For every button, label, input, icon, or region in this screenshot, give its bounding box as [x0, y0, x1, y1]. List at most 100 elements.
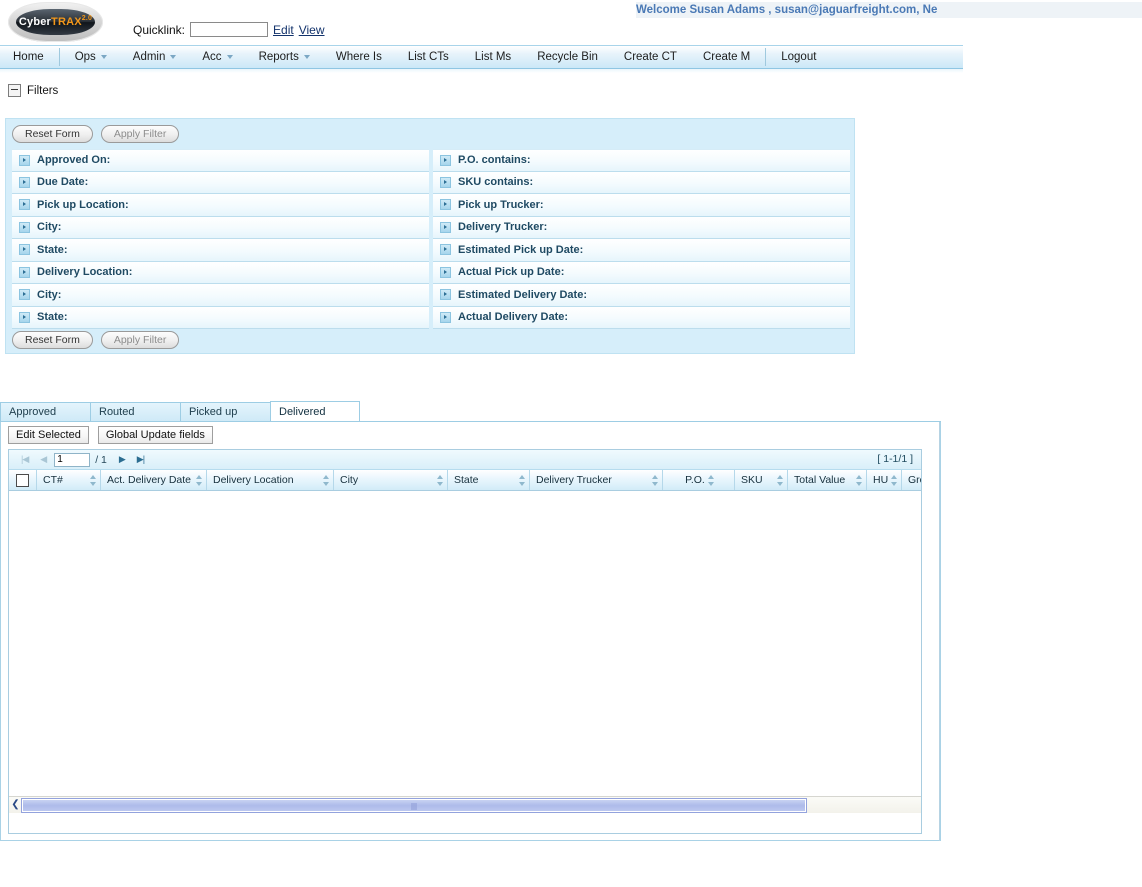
nav-item-logout[interactable]: Logout [768, 46, 829, 68]
filter-row-delivery-trucker[interactable]: Delivery Trucker: [433, 216, 850, 239]
grid-column-headers: CT# Act. Delivery Date Delivery Location… [9, 470, 921, 491]
nav-item-ops[interactable]: Ops [62, 46, 120, 68]
filter-label: P.O. contains: [458, 154, 531, 167]
filter-row-delivery-city[interactable]: City: [12, 284, 429, 307]
expand-arrow-icon [19, 199, 30, 211]
column-header-delivery-trucker[interactable]: Delivery Trucker [530, 470, 663, 490]
tab-routed[interactable]: Routed [90, 402, 180, 421]
nav-item-admin[interactable]: Admin [120, 46, 190, 68]
sort-icon[interactable] [707, 474, 715, 486]
filter-row-actual-delivery-date[interactable]: Actual Delivery Date: [433, 306, 850, 329]
next-page-icon[interactable]: ▶ [113, 455, 131, 464]
edit-selected-button[interactable]: Edit Selected [8, 426, 89, 444]
expand-arrow-icon [440, 199, 451, 211]
sort-icon[interactable] [323, 474, 330, 486]
column-header-hu[interactable]: HU [867, 470, 902, 490]
nav-item-home[interactable]: Home [0, 46, 57, 68]
data-grid: |◀ ◀ / 1 ▶ ▶| [ 1-1/1 ] CT# Act. Deliver… [8, 449, 922, 834]
filter-label: Estimated Delivery Date: [458, 288, 587, 301]
filter-label: Actual Pick up Date: [458, 266, 565, 279]
filter-row-pick-up-location[interactable]: Pick up Location: [12, 194, 429, 217]
sort-icon[interactable] [652, 474, 659, 486]
tab-approved[interactable]: Approved [0, 402, 90, 421]
nav-item-label: Create M [702, 51, 751, 63]
nav-item-list-ms[interactable]: List Ms [462, 46, 524, 68]
last-page-icon[interactable]: ▶| [131, 455, 150, 464]
column-header-delivery-location[interactable]: Delivery Location [207, 470, 334, 490]
filter-row-approved-on[interactable]: Approved On: [12, 149, 429, 172]
main-navigation: Home Ops Admin Acc Reports Where Is List… [0, 45, 963, 69]
expand-arrow-icon [440, 244, 451, 256]
column-header-total-value[interactable]: Total Value [788, 470, 867, 490]
nav-item-create-m[interactable]: Create M [690, 46, 763, 68]
filter-row-due-date[interactable]: Due Date: [12, 171, 429, 194]
sort-icon[interactable] [437, 474, 444, 486]
expand-arrow-icon [440, 221, 451, 233]
column-header-ct-number[interactable]: CT# [37, 470, 101, 490]
sort-icon[interactable] [891, 474, 898, 486]
filter-panel: Reset Form Apply Filter Approved On: Due… [5, 118, 855, 354]
quicklink-edit-link[interactable]: Edit [273, 23, 294, 37]
filter-label: State: [37, 243, 68, 256]
nav-item-recycle-bin[interactable]: Recycle Bin [524, 46, 611, 68]
quicklink-input[interactable] [190, 22, 269, 37]
nav-item-list-cts[interactable]: List CTs [395, 46, 462, 68]
expand-arrow-icon [440, 311, 451, 323]
horizontal-scrollbar[interactable]: ❮ [9, 796, 921, 813]
column-header-po[interactable]: P.O. [663, 470, 735, 490]
nav-item-label: Acc [202, 51, 222, 63]
column-header-gross-weight[interactable]: Gross W [902, 470, 921, 490]
filters-header: Filters [8, 84, 58, 97]
sort-icon[interactable] [90, 474, 97, 486]
first-page-icon[interactable]: |◀ [15, 455, 34, 464]
sort-icon[interactable] [519, 474, 526, 486]
nav-item-acc[interactable]: Acc [189, 46, 245, 68]
column-header-select-all[interactable] [9, 470, 37, 490]
panel-right-edge [939, 422, 940, 841]
column-header-state[interactable]: State [448, 470, 530, 490]
column-header-city[interactable]: City [334, 470, 448, 490]
nav-item-create-ct[interactable]: Create CT [611, 46, 690, 68]
scrollbar-track[interactable] [806, 799, 921, 812]
filter-label: SKU contains: [458, 176, 534, 189]
apply-filter-button-top[interactable]: Apply Filter [100, 125, 180, 143]
column-header-act-delivery-date[interactable]: Act. Delivery Date [101, 470, 207, 490]
reset-form-button-bottom[interactable]: Reset Form [12, 331, 93, 349]
column-header-label: P.O. [685, 474, 705, 486]
nav-item-reports[interactable]: Reports [246, 46, 323, 68]
column-header-sku[interactable]: SKU [735, 470, 788, 490]
sort-icon[interactable] [777, 474, 784, 486]
filter-row-pickup-state[interactable]: State: [12, 239, 429, 262]
filter-row-delivery-location[interactable]: Delivery Location: [12, 261, 429, 284]
expand-arrow-icon [440, 289, 451, 301]
global-update-fields-button[interactable]: Global Update fields [97, 426, 213, 444]
apply-filter-button-bottom[interactable]: Apply Filter [100, 331, 180, 349]
page-number-input[interactable] [54, 452, 91, 467]
expand-arrow-icon [440, 266, 451, 278]
app-logo[interactable]: CyberTRAX2.0 [8, 2, 103, 42]
nav-item-where-is[interactable]: Where Is [323, 46, 395, 68]
column-header-label: Act. Delivery Date [107, 474, 192, 486]
tab-delivered[interactable]: Delivered [270, 401, 360, 421]
filter-row-estimated-pick-up-date[interactable]: Estimated Pick up Date: [433, 239, 850, 262]
scrollbar-thumb[interactable] [22, 798, 806, 812]
grid-pager: |◀ ◀ / 1 ▶ ▶| [ 1-1/1 ] [9, 450, 921, 470]
sort-icon[interactable] [196, 474, 203, 486]
filter-row-po-contains[interactable]: P.O. contains: [433, 149, 850, 172]
tab-picked-up[interactable]: Picked up [180, 402, 270, 421]
select-all-checkbox[interactable] [16, 473, 29, 487]
scroll-left-icon[interactable]: ❮ [9, 800, 22, 810]
sort-icon[interactable] [856, 474, 863, 486]
reset-form-button-top[interactable]: Reset Form [12, 125, 93, 143]
filter-row-actual-pick-up-date[interactable]: Actual Pick up Date: [433, 261, 850, 284]
filter-row-delivery-state[interactable]: State: [12, 306, 429, 329]
quicklink-view-link[interactable]: View [299, 23, 325, 37]
filter-row-pickup-city[interactable]: City: [12, 216, 429, 239]
filter-row-estimated-delivery-date[interactable]: Estimated Delivery Date: [433, 284, 850, 307]
expand-arrow-icon [440, 154, 451, 166]
filter-label: Approved On: [37, 154, 111, 167]
filter-row-pick-up-trucker[interactable]: Pick up Trucker: [433, 194, 850, 217]
prev-page-icon[interactable]: ◀ [34, 455, 52, 464]
filter-row-sku-contains[interactable]: SKU contains: [433, 171, 850, 194]
minus-icon[interactable] [8, 84, 21, 97]
